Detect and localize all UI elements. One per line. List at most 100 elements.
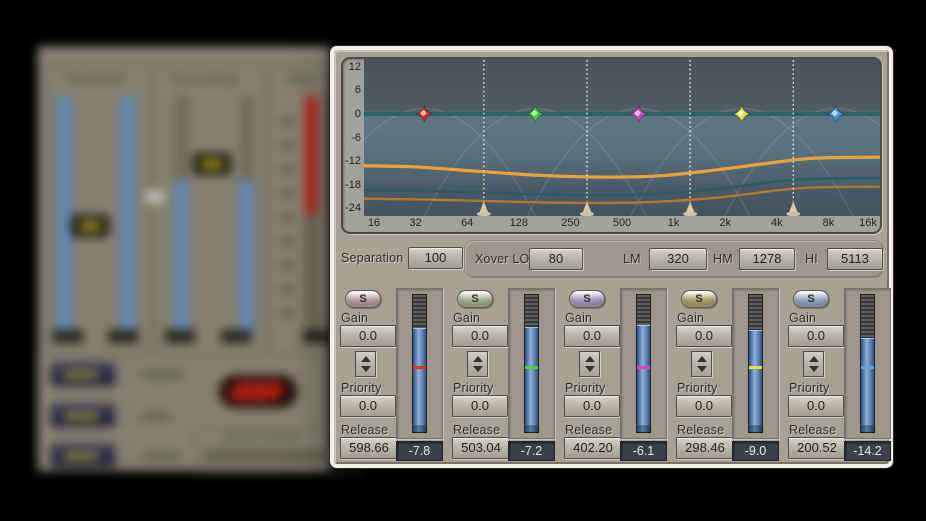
band-meter (508, 288, 555, 439)
shaping-dropdown (51, 444, 115, 467)
gain-label: Gain (341, 311, 368, 325)
step-down-icon[interactable] (697, 366, 707, 372)
graph-display: 1260-6-12-18-24 1632641282505001k2k4k8k1… (341, 57, 882, 234)
x-tick-label: 32 (409, 217, 421, 229)
y-tick-label: 0 (355, 108, 361, 120)
release-value[interactable]: 503.04 (452, 437, 510, 459)
solo-button[interactable]: S (681, 290, 717, 308)
priority-label: Priority (341, 381, 382, 395)
y-tick-label: -12 (345, 155, 361, 167)
mode-dropdown (51, 363, 115, 386)
priority-value[interactable]: 0.0 (564, 395, 620, 417)
meter-fill (413, 328, 426, 432)
step-down-icon[interactable] (585, 366, 595, 372)
gain-label: Gain (453, 311, 480, 325)
band-meter (732, 288, 779, 439)
value-stepper[interactable] (691, 351, 712, 377)
priority-value[interactable]: 0.0 (452, 395, 508, 417)
x-tick-label: 1k (668, 217, 680, 229)
value-stepper[interactable] (467, 351, 488, 377)
release-value[interactable]: 200.52 (788, 437, 846, 459)
x-tick-label: 16k (859, 217, 877, 229)
step-up-icon[interactable] (697, 356, 707, 362)
band-strip-low: S Gain 0.0 Priority 0.0 Release 598.66 -… (339, 288, 447, 464)
y-tick-label: -24 (345, 202, 361, 214)
xover-hm-value[interactable]: 1278 (739, 248, 795, 270)
solo-button[interactable]: S (345, 290, 381, 308)
master-release-label: Master Release (223, 432, 300, 444)
meter-fill (525, 327, 538, 432)
fader-readout (53, 330, 83, 343)
gain-value[interactable]: 0.0 (564, 325, 620, 347)
solo-button[interactable]: S (457, 290, 493, 308)
band-strip-low-mid: S Gain 0.0 Priority 0.0 Release 503.04 -… (451, 288, 559, 464)
value-stepper[interactable] (579, 351, 600, 377)
priority-value[interactable]: 0.0 (788, 395, 844, 417)
meter-track (636, 294, 651, 433)
x-tick-label: 16 (368, 217, 380, 229)
priority-value[interactable]: 0.0 (340, 395, 396, 417)
priority-label: Priority (565, 381, 606, 395)
step-up-icon[interactable] (473, 356, 483, 362)
step-down-icon[interactable] (473, 366, 483, 372)
step-up-icon[interactable] (585, 356, 595, 362)
value-stepper[interactable] (803, 351, 824, 377)
atten-scale (281, 100, 293, 330)
step-down-icon[interactable] (809, 366, 819, 372)
fader-readout (303, 330, 337, 343)
xover-lm-value[interactable]: 320 (649, 248, 707, 270)
step-down-icon[interactable] (361, 366, 371, 372)
gain-value[interactable]: 0.0 (452, 325, 508, 347)
gain-value[interactable]: 0.0 (676, 325, 732, 347)
dropdown-caption (141, 412, 171, 421)
priority-value[interactable]: 0.0 (676, 395, 732, 417)
step-up-icon[interactable] (809, 356, 819, 362)
master-release-slider (203, 450, 343, 462)
xover-hi-value[interactable]: 5113 (827, 248, 883, 270)
dropdown-stepper (119, 406, 130, 425)
release-value[interactable]: 402.20 (564, 437, 622, 459)
x-tick-label: 64 (461, 217, 473, 229)
dropdown-stepper (119, 365, 130, 384)
xover-lm-label: LM (623, 252, 641, 266)
ceiling-fader-right (240, 180, 253, 336)
xover-lo-value[interactable]: 80 (529, 248, 583, 270)
y-tick-label: 12 (349, 61, 361, 73)
x-tick-label: 4k (771, 217, 783, 229)
release-value[interactable]: 298.46 (676, 437, 734, 459)
gain-value[interactable]: 0.0 (340, 325, 396, 347)
threshold-value-box (71, 215, 109, 237)
gain-label: Gain (789, 311, 816, 325)
release-value[interactable]: 598.66 (340, 437, 398, 459)
x-tick-label: 250 (561, 217, 579, 229)
value-stepper[interactable] (355, 351, 376, 377)
separation-value[interactable]: 100 (408, 247, 463, 269)
atten-label: Atten (287, 71, 317, 86)
solo-button[interactable]: S (569, 290, 605, 308)
threshold-label: Threshold (65, 71, 123, 86)
gain-label: Gain (677, 311, 704, 325)
meter-track (748, 294, 763, 433)
level-readout: -7.8 (396, 441, 443, 461)
step-up-icon[interactable] (361, 356, 371, 362)
level-readout: -9.0 (732, 441, 779, 461)
xover-hm-label: HM (713, 252, 733, 266)
background-plugin-window[interactable]: Threshold Out Ceiling Atten Master Relea… (38, 47, 330, 471)
meter-marker (749, 366, 762, 369)
threshold-fader-left (58, 96, 71, 336)
link-knob (144, 190, 166, 210)
type-dropdown (51, 404, 115, 427)
meter-marker (637, 366, 650, 369)
gain-value[interactable]: 0.0 (788, 325, 844, 347)
crossover-panel: Xover LO 80 LM 320 HM 1278 HI 5113 (464, 240, 884, 278)
x-tick-label: 2k (719, 217, 731, 229)
separation-label: Separation (341, 251, 403, 265)
release-label: Release (677, 423, 724, 437)
meter-track (860, 294, 875, 433)
solo-button[interactable]: S (793, 290, 829, 308)
zero-db-line (364, 112, 880, 116)
band-meter (396, 288, 443, 439)
frequency-plot[interactable] (364, 59, 880, 216)
band-strip-mid: S Gain 0.0 Priority 0.0 Release 402.20 -… (563, 288, 671, 464)
atten-meter (305, 96, 318, 336)
